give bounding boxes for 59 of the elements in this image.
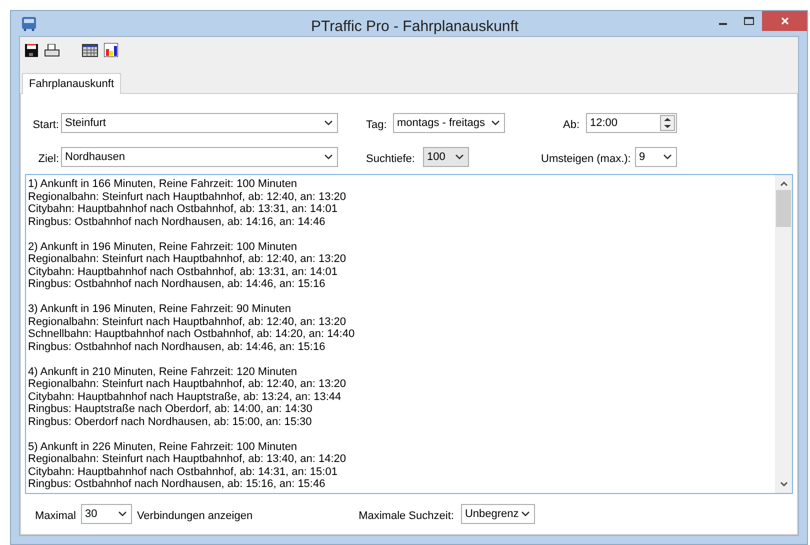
field-label: Ziel:	[37, 152, 60, 167]
field-label: Start:	[32, 118, 60, 133]
scrollbar-thumb[interactable]	[776, 190, 791, 227]
close-icon	[780, 17, 788, 25]
spinner-arrows-icon[interactable]	[660, 115, 675, 131]
chevron-down-icon	[324, 120, 333, 126]
connection-leg: Ringbus: Hauptstraße nach Oberdorf, ab: 14:00, an: 14:30	[28, 403, 312, 416]
chevron-down-icon	[118, 511, 127, 517]
connection-leg: Citybahn: Hauptbahnhof nach Ostbahnhof, ab: 13:31, an: 14:01	[28, 266, 338, 278]
window-title: PTraffic Pro - Fahrplanauskunft	[311, 17, 519, 37]
connection-leg: Ringbus: Ostbahnhof nach Nordhausen, ab: 14:16, an: 14:46	[28, 216, 326, 228]
max-connections-dropdown[interactable]: 30	[80, 504, 132, 524]
search-depth-dropdown[interactable]: 100	[423, 147, 469, 167]
connection-leg: Citybahn: Hauptbahnhof nach Ostbahnhof, ab: 13:31, an: 14:01	[28, 203, 338, 216]
connection-leg: Schnellbahn: Hauptbahnhof nach Ostbahnhof, ab: 14:20, an: 14:40	[28, 328, 355, 340]
field-label: Maximale Suchzeit:	[358, 508, 454, 524]
field-label: Verbindungen anzeigen	[136, 508, 253, 524]
connection-leg: Regionalbahn: Steinfurt nach Hauptbahnhof, ab: 12:40, an: 13:20	[28, 253, 346, 266]
field-label: Ab:	[563, 118, 581, 133]
field-label: Umsteigen (max.):	[541, 152, 632, 167]
printer-icon[interactable]	[44, 44, 60, 56]
chevron-down-icon	[455, 154, 464, 160]
connection-summary: 3) Ankunft in 196 Minuten, Reine Fahrzeit: 90 Minuten	[28, 303, 291, 316]
search-time-dropdown[interactable]: Unbegrenz	[460, 504, 535, 524]
chevron-down-icon	[520, 511, 530, 517]
connection-leg: Ringbus: Oberdorf nach Nordhausen, ab: 15:00, an: 15:30	[28, 416, 312, 428]
connection-summary: 5) Ankunft in 226 Minuten, Reine Fahrzeit: 100 Minuten	[28, 440, 298, 453]
connection-summary: 4) Ankunft in 210 Minuten, Reine Fahrzeit: 120 Minuten	[28, 366, 298, 378]
destination-dropdown[interactable]: Nordhausen	[61, 147, 338, 167]
connection-leg: Citybahn: Hauptbahnhof nach Hauptstraße, ab: 13:24, an: 13:44	[28, 390, 342, 403]
field-label: Suchtiefe:	[366, 152, 416, 167]
connection-leg: Ringbus: Ostbahnhof nach Nordhausen, ab: 14:46, an: 15:16	[28, 278, 326, 290]
chevron-down-icon	[324, 154, 333, 160]
connection-leg: Regionalbahn: Steinfurt nach Hauptbahnhof, ab: 12:40, an: 13:20	[28, 378, 346, 390]
time-spinner[interactable]: 12:00	[586, 113, 677, 133]
connection-leg: Regionalbahn: Steinfurt nach Hauptbahnhof, ab: 12:40, an: 13:20	[28, 316, 346, 328]
connection-leg: Ringbus: Ostbahnhof nach Nordhausen, ab: 15:16, an: 15:46	[28, 478, 326, 490]
calendar-icon[interactable]	[82, 44, 98, 56]
save-icon[interactable]	[25, 44, 38, 56]
connection-summary: 2) Ankunft in 196 Minuten, Reine Fahrzeit: 100 Minuten	[28, 240, 298, 253]
connection-leg: Ringbus: Ostbahnhof nach Nordhausen, ab: 14:46, an: 15:16	[28, 340, 326, 353]
close-button[interactable]	[762, 11, 807, 31]
scrollbar[interactable]	[775, 175, 792, 493]
connection-leg: Citybahn: Hauptbahnhof nach Ostbahnhof, ab: 14:31, an: 15:01	[28, 466, 338, 478]
start-dropdown[interactable]: Steinfurt	[61, 113, 338, 133]
scroll-up-icon[interactable]	[780, 181, 788, 186]
field-label: Maximal	[35, 508, 76, 524]
field-label: Tag:	[366, 118, 388, 133]
day-dropdown[interactable]: montags - freitags	[393, 113, 505, 133]
bus-icon	[21, 16, 37, 30]
scroll-down-icon[interactable]	[780, 482, 788, 487]
chevron-down-icon	[491, 120, 500, 126]
chevron-down-icon	[663, 154, 672, 160]
connection-summary: 1) Ankunft in 166 Minuten, Reine Fahrzeit: 100 Minuten	[28, 178, 298, 190]
connection-leg: Regionalbahn: Steinfurt nach Hauptbahnhof, ab: 12:40, an: 13:20	[28, 190, 346, 203]
bar-chart-icon[interactable]	[104, 43, 118, 57]
connection-leg: Regionalbahn: Steinfurt nach Hauptbahnhof, ab: 13:40, an: 14:20	[28, 453, 346, 466]
tab[interactable]: Fahrplanauskunft	[22, 73, 121, 94]
transfers-dropdown[interactable]: 9	[635, 147, 677, 167]
